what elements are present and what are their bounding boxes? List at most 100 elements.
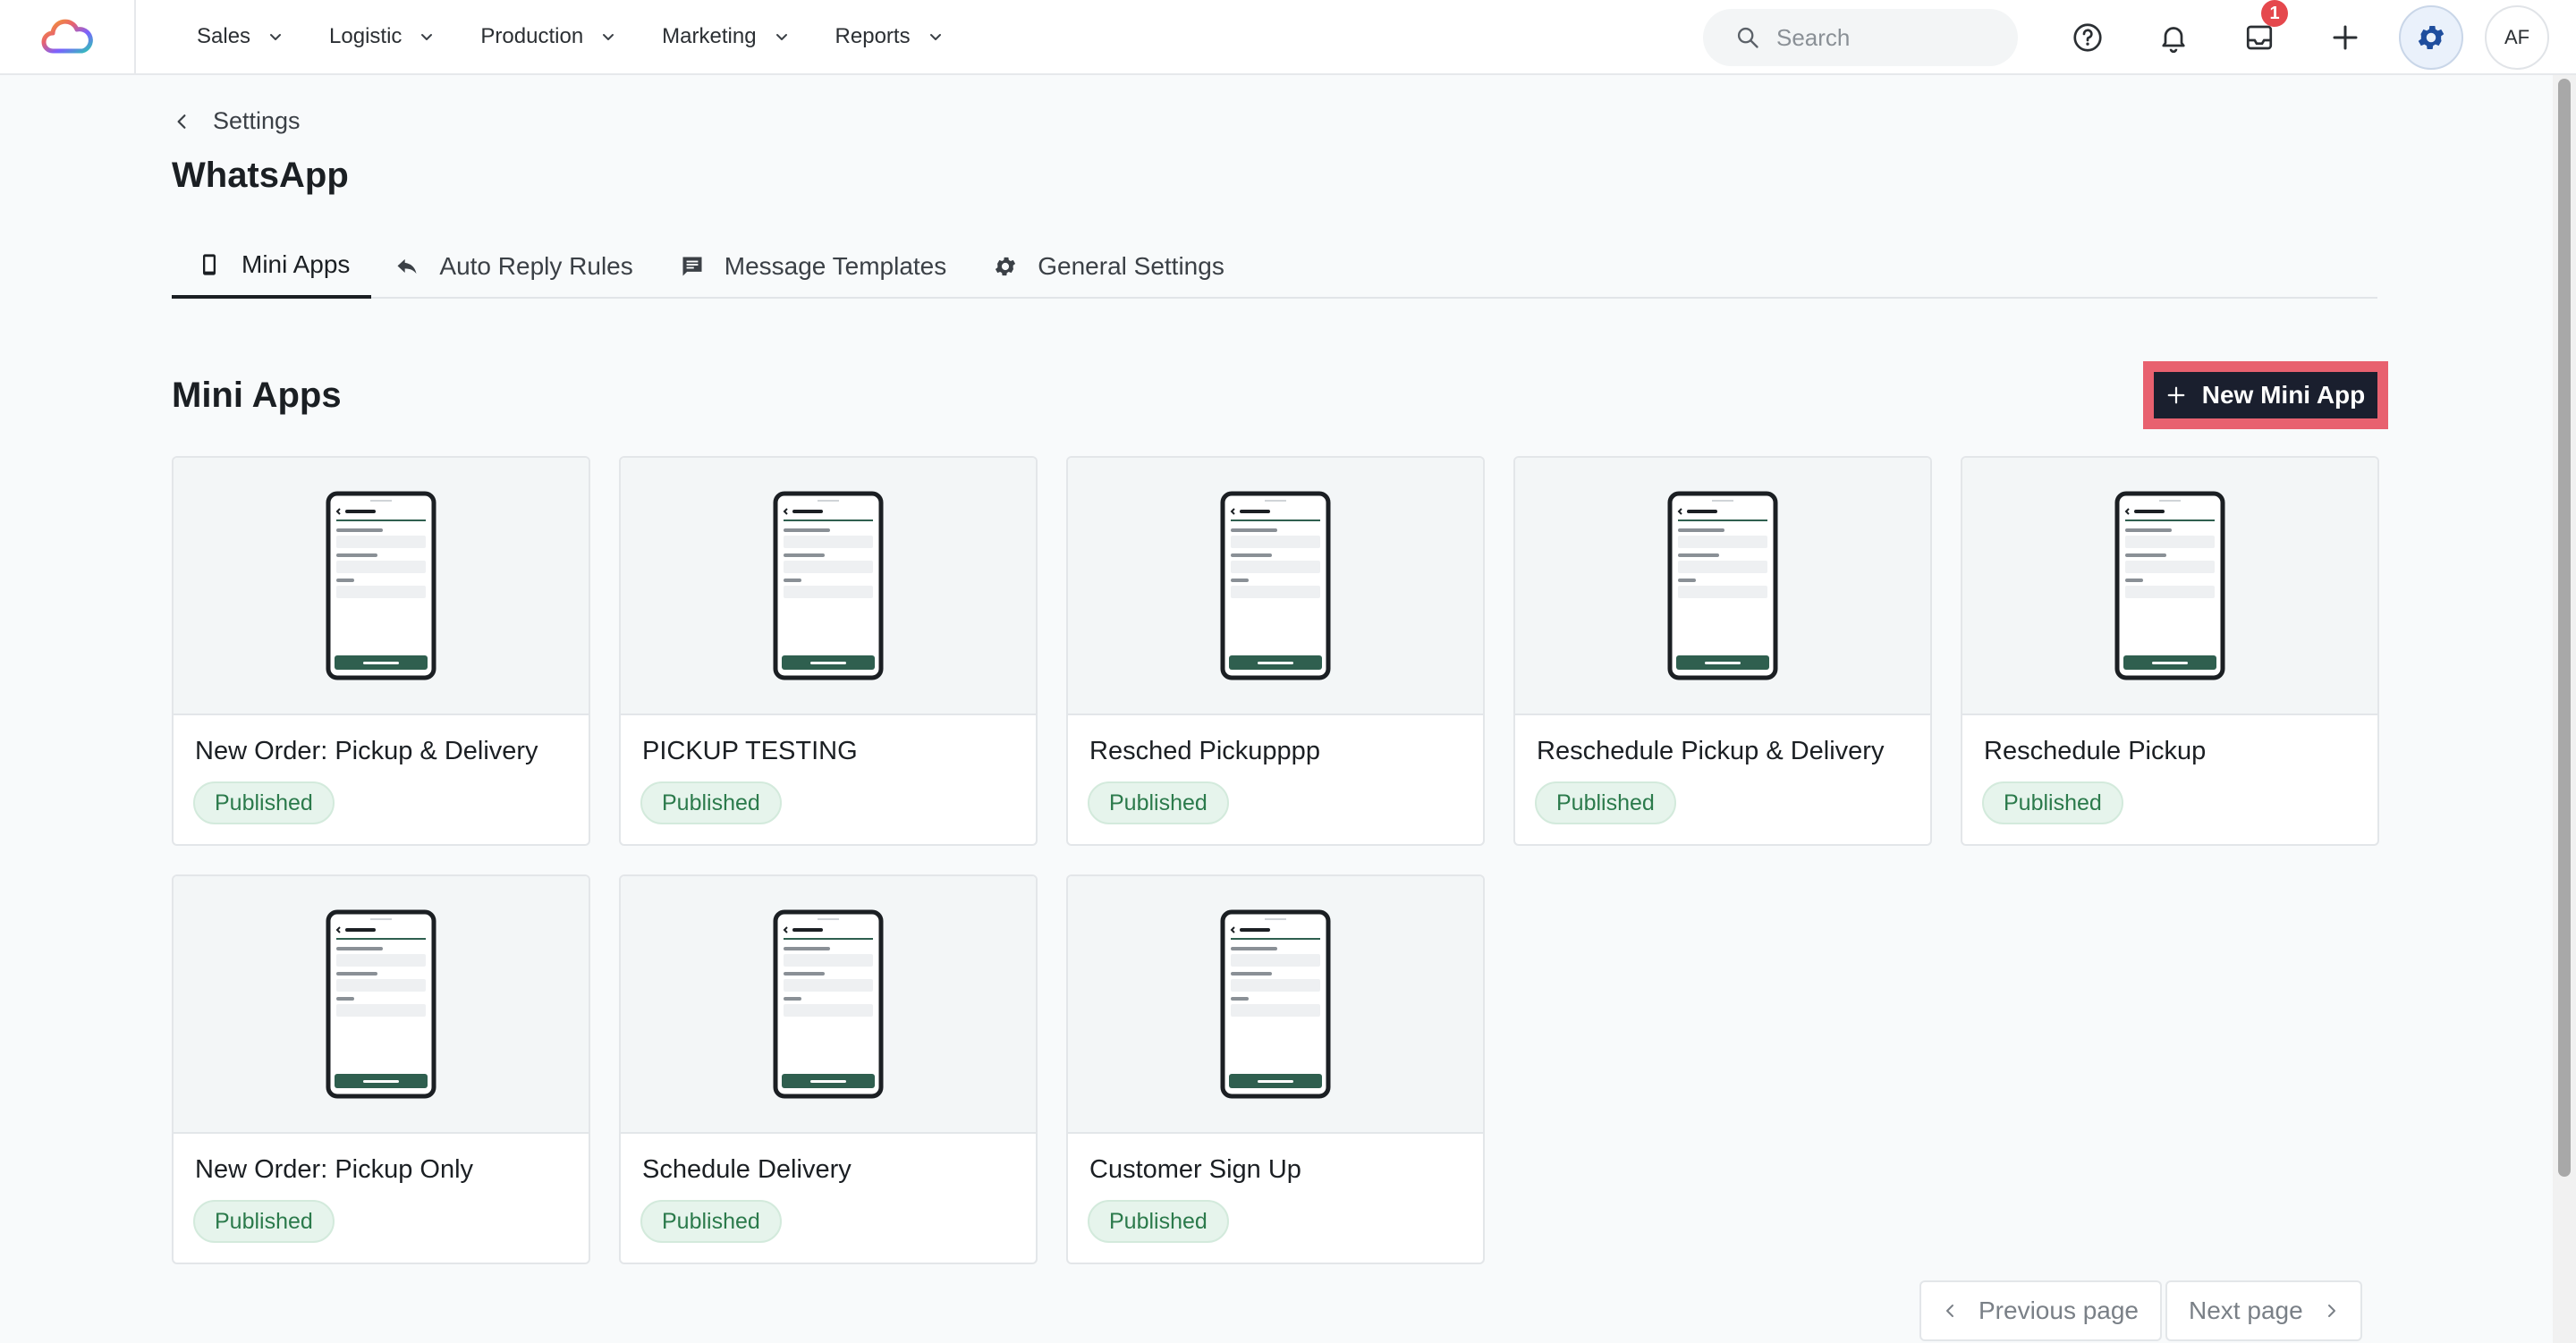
mini-app-card[interactable]: PICKUP TESTING Published bbox=[619, 456, 1038, 846]
new-mini-app-button[interactable]: New Mini App bbox=[2154, 372, 2377, 418]
mini-app-card[interactable]: Schedule Delivery Published bbox=[619, 874, 1038, 1264]
vertical-scrollbar[interactable] bbox=[2553, 75, 2576, 1343]
mini-app-name: Resched Pickupppp bbox=[1089, 737, 1320, 765]
phone-preview-icon bbox=[2114, 491, 2225, 680]
nav-production[interactable]: Production bbox=[461, 10, 635, 63]
chevron-left-icon bbox=[1943, 1304, 1957, 1318]
avatar[interactable]: AF bbox=[2485, 5, 2549, 70]
main-nav: Sales Logistic Production Marketing Repo… bbox=[177, 10, 962, 63]
mini-app-name: PICKUP TESTING bbox=[642, 737, 858, 765]
message-icon bbox=[682, 257, 702, 276]
mini-app-name: Reschedule Pickup & Delivery bbox=[1537, 737, 1885, 765]
chevron-down-icon bbox=[601, 30, 615, 44]
back-to-settings-link[interactable]: Settings bbox=[174, 107, 301, 135]
pagination-label: Previous page bbox=[1979, 1297, 2140, 1324]
tab-label: Mini Apps bbox=[242, 250, 351, 278]
pagination: Previous page Next page bbox=[1919, 1280, 2362, 1341]
chevron-down-icon bbox=[775, 30, 789, 44]
mini-app-name: New Order: Pickup & Delivery bbox=[195, 737, 538, 765]
help-button[interactable] bbox=[2055, 5, 2120, 70]
status-badge: Published bbox=[1088, 781, 1229, 824]
reply-icon bbox=[397, 258, 417, 275]
mini-app-name: Reschedule Pickup bbox=[1984, 737, 2207, 765]
settings-button[interactable] bbox=[2399, 5, 2463, 70]
mini-app-name: Customer Sign Up bbox=[1089, 1155, 1301, 1184]
section-title: Mini Apps bbox=[172, 376, 342, 415]
mini-app-card[interactable]: New Order: Pickup & Delivery Published bbox=[172, 456, 590, 846]
tab-message-templates[interactable]: Message Templates bbox=[657, 234, 970, 299]
status-badge: Published bbox=[193, 1200, 335, 1243]
tab-auto-reply-rules[interactable]: Auto Reply Rules bbox=[371, 234, 656, 299]
nav-label: Reports bbox=[835, 24, 911, 48]
phone-preview-icon bbox=[326, 909, 436, 1099]
phone-preview-icon bbox=[1220, 491, 1331, 680]
next-page-button[interactable]: Next page bbox=[2165, 1280, 2362, 1341]
bell-icon bbox=[2162, 27, 2185, 54]
mini-app-preview bbox=[1068, 458, 1483, 715]
plus-icon bbox=[2167, 386, 2185, 404]
phone-preview-icon bbox=[1220, 909, 1331, 1099]
help-icon bbox=[2073, 23, 2102, 52]
chevron-down-icon bbox=[268, 30, 283, 44]
nav-marketing[interactable]: Marketing bbox=[642, 10, 808, 63]
scrollbar-thumb[interactable] bbox=[2558, 79, 2571, 1177]
search-box[interactable] bbox=[1703, 9, 2018, 66]
mini-app-card[interactable]: Resched Pickupppp Published bbox=[1066, 456, 1485, 846]
top-navigation-bar: Sales Logistic Production Marketing Repo… bbox=[0, 0, 2576, 75]
search-icon bbox=[1737, 27, 1758, 48]
chevron-down-icon bbox=[419, 30, 434, 44]
nav-label: Logistic bbox=[329, 24, 402, 48]
nav-logistic[interactable]: Logistic bbox=[309, 10, 453, 63]
mini-app-preview bbox=[1962, 458, 2377, 715]
new-mini-app-highlight: New Mini App bbox=[2143, 361, 2388, 429]
mini-app-preview bbox=[174, 876, 589, 1134]
mini-app-card[interactable]: New Order: Pickup Only Published bbox=[172, 874, 590, 1264]
mini-app-preview bbox=[1068, 876, 1483, 1134]
add-button[interactable] bbox=[2313, 5, 2377, 70]
breadcrumb-label: Settings bbox=[213, 107, 301, 134]
tab-general-settings[interactable]: General Settings bbox=[970, 234, 1248, 299]
phone-preview-icon bbox=[1667, 491, 1778, 680]
gear-icon bbox=[996, 257, 1016, 276]
inbox-badge: 1 bbox=[2261, 0, 2288, 27]
tab-mini-apps[interactable]: Mini Apps bbox=[172, 234, 372, 299]
logo-icon[interactable] bbox=[0, 0, 136, 73]
status-badge: Published bbox=[1535, 781, 1676, 824]
tab-label: General Settings bbox=[1038, 252, 1224, 280]
status-badge: Published bbox=[1982, 781, 2123, 824]
header-actions: 1 AF bbox=[1703, 0, 2576, 75]
nav-label: Sales bbox=[197, 24, 251, 48]
button-label: New Mini App bbox=[2201, 381, 2366, 409]
status-badge: Published bbox=[193, 781, 335, 824]
mini-app-preview bbox=[621, 458, 1036, 715]
nav-reports[interactable]: Reports bbox=[816, 10, 962, 63]
pagination-label: Next page bbox=[2189, 1297, 2303, 1324]
nav-label: Marketing bbox=[662, 24, 757, 48]
phone-preview-icon bbox=[773, 491, 884, 680]
mini-app-preview bbox=[1515, 458, 1930, 715]
gear-icon bbox=[2418, 25, 2445, 50]
search-input[interactable] bbox=[1776, 23, 1991, 52]
mini-app-preview bbox=[174, 458, 589, 715]
chevron-down-icon bbox=[928, 30, 943, 44]
status-badge: Published bbox=[640, 781, 782, 824]
nav-label: Production bbox=[480, 24, 584, 48]
mini-app-name: New Order: Pickup Only bbox=[195, 1155, 474, 1184]
page-title: WhatsApp bbox=[172, 156, 349, 195]
mini-app-card[interactable]: Customer Sign Up Published bbox=[1066, 874, 1485, 1264]
mini-app-preview bbox=[621, 876, 1036, 1134]
mini-app-card[interactable]: Reschedule Pickup & Delivery Published bbox=[1513, 456, 1932, 846]
plus-icon bbox=[2333, 25, 2358, 50]
phone-preview-icon bbox=[326, 491, 436, 680]
tab-label: Auto Reply Rules bbox=[439, 252, 633, 280]
tab-label: Message Templates bbox=[724, 252, 947, 280]
mini-app-name: Schedule Delivery bbox=[642, 1155, 852, 1184]
nav-sales[interactable]: Sales bbox=[177, 10, 302, 63]
previous-page-button[interactable]: Previous page bbox=[1919, 1280, 2163, 1341]
status-badge: Published bbox=[1088, 1200, 1229, 1243]
mini-app-card[interactable]: Reschedule Pickup Published bbox=[1961, 456, 2379, 846]
phone-preview-icon bbox=[773, 909, 884, 1099]
notifications-button[interactable] bbox=[2141, 5, 2206, 70]
inbox-button[interactable]: 1 bbox=[2227, 0, 2292, 70]
chevron-left-icon bbox=[174, 114, 190, 130]
